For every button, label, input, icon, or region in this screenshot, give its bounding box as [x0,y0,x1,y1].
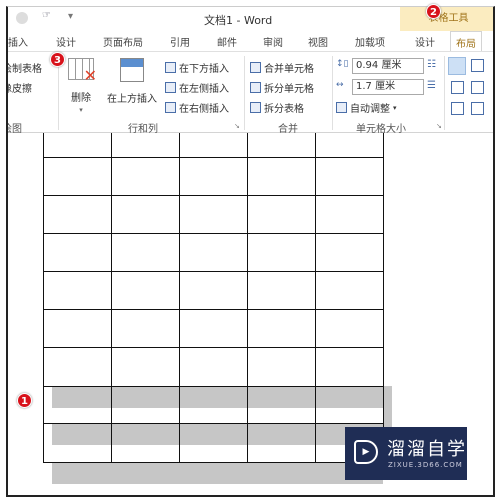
align-top-left-button[interactable] [448,57,466,75]
tab-table-layout[interactable]: 布局 [450,31,482,52]
insert-below-icon [165,62,176,73]
watermark-logo: ▶ 溜溜自学 ZIXUE.3D66.COM [345,427,467,480]
align-bottom-center-button[interactable] [471,102,484,115]
table-row-border [43,157,384,158]
align-middle-center-button[interactable] [471,81,484,94]
insert-right-icon [165,102,176,113]
table-row-border [43,347,384,348]
title-bar: ☞ ▾ 文档1 - Word 表格工具 [8,7,493,31]
row-height-input[interactable]: 0.94 厘米 [352,58,424,74]
table-column-border [111,133,112,462]
distribute-rows-icon[interactable]: ☷ [427,59,436,70]
tab-design[interactable]: 设计 [56,34,76,49]
step-badge-2: 2 [426,4,441,19]
table-row-border [43,271,384,272]
col-width-icon: ↔ [336,80,344,90]
table-column-border [383,133,384,462]
app-icon [16,12,28,24]
autofit-button[interactable]: 自动调整 ▾ [336,100,397,115]
selected-row-highlight [52,462,383,484]
insert-left-icon [165,82,176,93]
group-rows-cols-label: 行和列 [128,124,158,135]
cell-size-launcher-icon[interactable]: ↘ [436,122,442,130]
distribute-cols-icon[interactable]: ☰ [427,80,436,91]
table-column-border [179,133,180,462]
tab-page-layout[interactable]: 页面布局 [103,34,143,49]
tab-addins[interactable]: 加载项 [355,34,385,49]
align-middle-left-button[interactable] [451,81,464,94]
table-row-border [43,386,384,387]
insert-above-button[interactable]: 在上方插入 [104,58,160,105]
tab-review[interactable]: 审阅 [263,34,283,49]
draw-table-button[interactable]: 绘制表格 [8,60,42,75]
table-row-border [43,462,384,463]
tab-view[interactable]: 视图 [308,34,328,49]
table-row-border [43,233,384,234]
row-height-icon: ↕▯ [336,59,349,69]
merge-cells-icon [250,62,261,73]
table-column-border [43,133,44,462]
watermark-url: ZIXUE.3D66.COM [388,461,463,469]
merge-cells-button[interactable]: 合并单元格 [250,60,314,75]
table-row-border [43,309,384,310]
watermark-name: 溜溜自学 [387,439,467,460]
col-width-input[interactable]: 1.7 厘米 [352,79,424,95]
window-title: 文档1 - Word [204,14,273,27]
qat-dropdown-icon[interactable]: ▾ [68,11,73,22]
eraser-button[interactable]: 橡皮擦 [8,80,32,95]
ribbon: 绘制表格 橡皮擦 绘图 ✕ 删除 ▾ 在上方插入 在下方插入 在左侧插入 在右侧… [8,51,493,135]
ribbon-tabs: 插入 设计 页面布局 引用 邮件 审阅 视图 加载项 设计 布局 [8,31,493,52]
dialog-launcher-icon[interactable]: ↘ [234,122,240,130]
table-row-border [43,423,384,424]
split-cells-button[interactable]: 拆分单元格 [250,80,314,95]
split-cells-icon [250,82,261,93]
align-top-center-button[interactable] [471,59,484,72]
tab-references[interactable]: 引用 [170,34,190,49]
group-merge-label: 合并 [278,124,298,135]
table-row-border [43,195,384,196]
delete-button[interactable]: ✕ 删除 ▾ [63,58,99,114]
table-column-border [315,133,316,462]
play-logo-icon: ▶ [354,440,378,464]
chevron-down-icon: ▾ [79,106,83,114]
tab-table-design[interactable]: 设计 [415,34,435,49]
selected-row-highlight [52,423,383,445]
touch-mode-icon[interactable]: ☞ [42,10,51,21]
tab-mailings[interactable]: 邮件 [217,34,237,49]
step-badge-3: 3 [50,52,65,67]
selected-row-highlight [52,386,383,408]
step-badge-1: 1 [17,393,32,408]
autofit-icon [336,102,347,113]
delete-table-icon: ✕ [68,58,97,85]
group-cell-size-label: 单元格大小 [356,124,406,135]
insert-above-icon [120,58,144,82]
split-table-button[interactable]: 拆分表格 [250,100,304,115]
insert-below-button[interactable]: 在下方插入 [165,60,229,75]
split-table-icon [250,102,261,113]
insert-right-button[interactable]: 在右侧插入 [165,100,229,115]
insert-left-button[interactable]: 在左侧插入 [165,80,229,95]
context-tab-group: 表格工具 [400,7,493,31]
table-column-border [247,133,248,462]
group-draw-label: 绘图 [8,124,22,135]
tab-insert[interactable]: 插入 [8,34,28,49]
align-bottom-left-button[interactable] [451,102,464,115]
